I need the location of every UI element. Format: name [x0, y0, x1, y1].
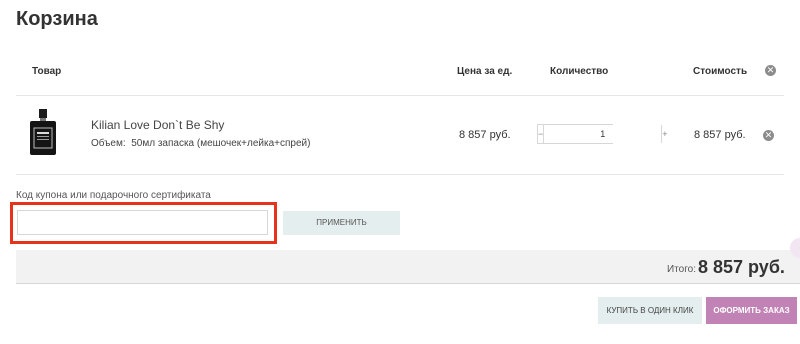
plus-icon[interactable]: +	[661, 125, 668, 143]
checkout-button[interactable]: ОФОРМИТЬ ЗАКАЗ	[706, 297, 797, 324]
quantity-input[interactable]	[544, 125, 662, 143]
quantity-stepper: − +	[537, 124, 668, 144]
total-value: 8 857 руб.	[698, 257, 785, 277]
total-label: Итого:	[667, 264, 696, 275]
row-total: 8 857 руб.	[694, 129, 746, 141]
unit-price: 8 857 руб.	[459, 129, 511, 141]
remove-item-icon[interactable]: ✕	[763, 130, 774, 141]
product-volume-value: 50мл запаска (мешочек+лейка+спрей)	[131, 138, 311, 149]
clear-cart-icon[interactable]: ✕	[765, 65, 776, 76]
total-bar: Итого: 8 857 руб.	[16, 250, 800, 284]
column-header-total: Стоимость	[693, 66, 748, 77]
column-header-unit-price: Цена за ед.	[457, 66, 513, 77]
product-thumbnail[interactable]	[28, 109, 58, 157]
product-name-link[interactable]: Kilian Love Don`t Be Shy	[91, 118, 224, 132]
cart-header: Товар Цена за ед. Количество Стоимость ✕	[16, 56, 784, 96]
column-header-quantity: Количество	[550, 66, 609, 77]
product-volume: Объем: 50мл запаска (мешочек+лейка+спрей…	[91, 138, 310, 149]
coupon-label: Код купона или подарочного сертификата	[16, 190, 211, 201]
coupon-input[interactable]	[17, 210, 268, 235]
apply-coupon-button[interactable]: ПРИМЕНИТЬ	[283, 211, 400, 235]
column-header-product: Товар	[32, 66, 62, 77]
cart-item-row: Kilian Love Don`t Be Shy Объем: 50мл зап…	[16, 97, 784, 175]
buy-one-click-button[interactable]: КУПИТЬ В ОДИН КЛИК	[598, 297, 702, 324]
page-title: Корзина	[16, 8, 98, 30]
product-volume-label: Объем:	[91, 138, 126, 149]
